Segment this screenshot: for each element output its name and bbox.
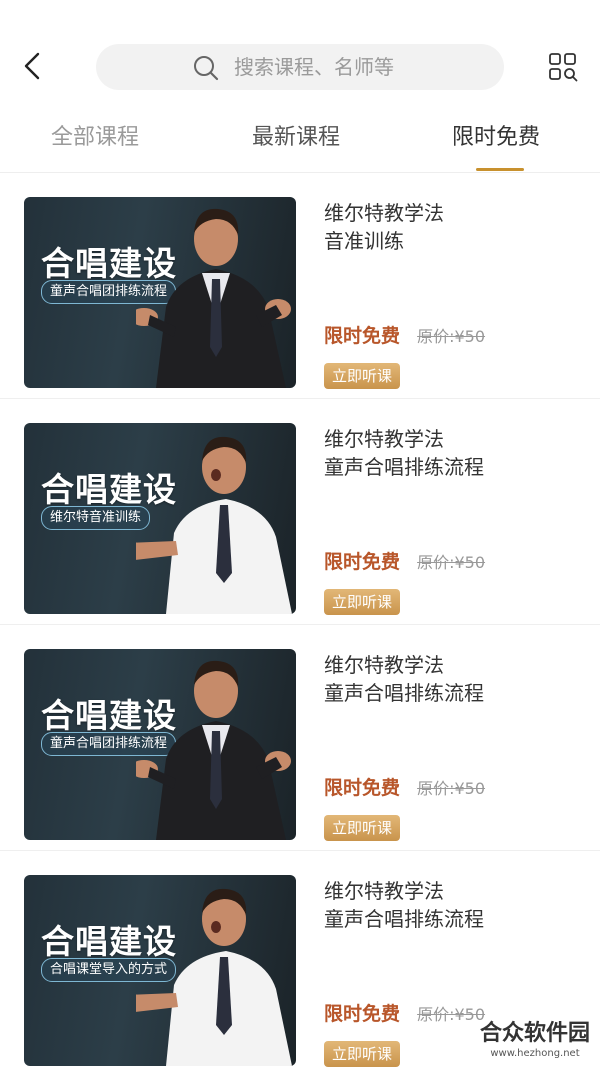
course-thumbnail: 合唱建设 合唱课堂导入的方式 — [24, 875, 296, 1066]
course-title-line1: 维尔特教学法 — [324, 201, 444, 225]
watermark-url: www.hezhong.net — [490, 1048, 580, 1059]
listen-now-button[interactable]: 立即听课 — [324, 363, 400, 389]
app-screen: 搜索课程、名师等 全部课程 最新课程 限时免费 合唱建设 童声合唱团排练流程 维… — [0, 0, 600, 1067]
course-title-line2: 童声合唱排练流程 — [324, 455, 484, 479]
price-row: 限时免费 原价:¥50 — [324, 773, 485, 800]
header: 搜索课程、名师等 — [0, 0, 600, 110]
course-thumbnail: 合唱建设 维尔特音准训练 — [24, 423, 296, 614]
teacher-photo — [136, 660, 291, 840]
course-list: 合唱建设 童声合唱团排练流程 维尔特教学法 音准训练 限时免费 原价:¥50 立… — [0, 173, 600, 1067]
course-info: 维尔特教学法 童声合唱排练流程 — [324, 651, 574, 707]
teacher-photo — [136, 208, 291, 388]
thumbnail-subtitle: 维尔特音准训练 — [41, 506, 151, 530]
teacher-photo — [136, 436, 292, 614]
course-title-line2: 童声合唱排练流程 — [324, 681, 484, 705]
tab-latest-courses[interactable]: 最新课程 — [252, 124, 340, 152]
original-price: 原价:¥50 — [417, 553, 486, 572]
active-tab-indicator — [476, 168, 524, 171]
course-thumbnail: 合唱建设 童声合唱团排练流程 — [24, 197, 296, 388]
course-item[interactable]: 合唱建设 维尔特音准训练 维尔特教学法 童声合唱排练流程 限时免费 原价:¥50… — [0, 399, 600, 625]
course-title-line1: 维尔特教学法 — [324, 427, 444, 451]
price-row: 限时免费 原价:¥50 — [324, 999, 485, 1026]
tab-limited-free[interactable]: 限时免费 — [452, 124, 540, 152]
chevron-left-icon — [24, 52, 40, 80]
course-tabs: 全部课程 最新课程 限时免费 — [0, 110, 600, 173]
free-label: 限时免费 — [324, 551, 401, 573]
price-row: 限时免费 原价:¥50 — [324, 547, 485, 574]
price-row: 限时免费 原价:¥50 — [324, 321, 485, 348]
course-title-line1: 维尔特教学法 — [324, 879, 444, 903]
course-title-line1: 维尔特教学法 — [324, 653, 444, 677]
course-info: 维尔特教学法 童声合唱排练流程 — [324, 425, 574, 481]
site-watermark: 合众软件园 www.hezhong.net — [470, 1020, 600, 1067]
watermark-main: 合众软件园 — [479, 1021, 590, 1046]
category-grid-button[interactable] — [548, 52, 578, 82]
listen-now-button[interactable]: 立即听课 — [324, 589, 400, 615]
original-price: 原价:¥50 — [417, 779, 486, 798]
course-item[interactable]: 合唱建设 童声合唱团排练流程 维尔特教学法 童声合唱排练流程 限时免费 原价:¥… — [0, 625, 600, 851]
search-input[interactable]: 搜索课程、名师等 — [96, 44, 504, 90]
back-button[interactable] — [18, 46, 48, 86]
course-info: 维尔特教学法 音准训练 — [324, 199, 574, 255]
teacher-photo — [136, 888, 292, 1066]
listen-now-button[interactable]: 立即听课 — [324, 815, 400, 841]
search-icon — [194, 56, 219, 81]
free-label: 限时免费 — [324, 325, 401, 347]
listen-now-button[interactable]: 立即听课 — [324, 1041, 400, 1067]
free-label: 限时免费 — [324, 777, 401, 799]
course-item[interactable]: 合唱建设 童声合唱团排练流程 维尔特教学法 音准训练 限时免费 原价:¥50 立… — [0, 173, 600, 399]
grid-search-icon — [549, 53, 578, 82]
course-thumbnail: 合唱建设 童声合唱团排练流程 — [24, 649, 296, 840]
search-placeholder: 搜索课程、名师等 — [234, 55, 394, 79]
course-title-line2: 童声合唱排练流程 — [324, 907, 484, 931]
course-info: 维尔特教学法 童声合唱排练流程 — [324, 877, 574, 933]
course-title-line2: 音准训练 — [324, 229, 404, 253]
tab-all-courses[interactable]: 全部课程 — [51, 124, 139, 152]
original-price: 原价:¥50 — [417, 327, 486, 346]
free-label: 限时免费 — [324, 1003, 401, 1025]
